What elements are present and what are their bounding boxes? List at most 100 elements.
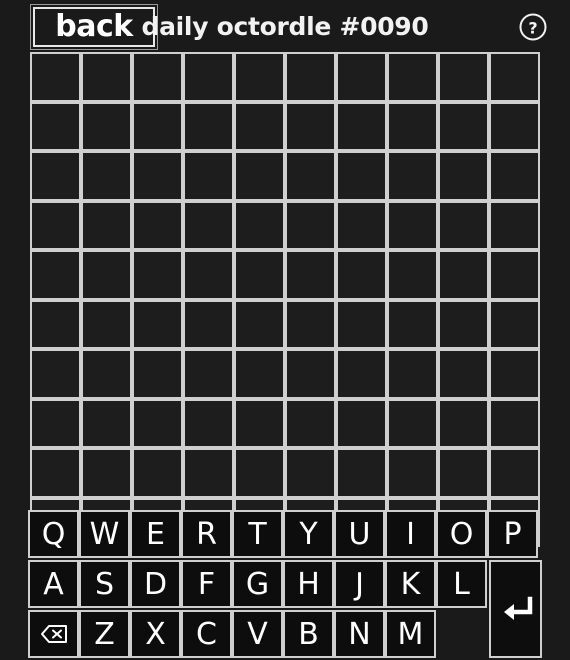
key-backspace[interactable] (28, 610, 79, 658)
key-f[interactable]: F (181, 560, 232, 608)
grid-cell (489, 52, 540, 102)
grid-cell (183, 101, 234, 151)
grid-cell (132, 52, 183, 102)
grid-cell (30, 200, 81, 250)
grid-cell (285, 151, 336, 201)
svg-text:?: ? (528, 19, 537, 38)
grid-cell (438, 151, 489, 201)
grid-cell (132, 200, 183, 250)
key-l[interactable]: L (436, 560, 487, 608)
key-enter[interactable] (489, 560, 542, 658)
key-e[interactable]: E (130, 510, 181, 558)
key-i[interactable]: I (385, 510, 436, 558)
grid-cell (234, 52, 285, 102)
key-w[interactable]: W (79, 510, 130, 558)
grid-cell (489, 101, 540, 151)
grid-cell (30, 299, 81, 349)
key-k[interactable]: K (385, 560, 436, 608)
grid-cell (489, 448, 540, 498)
key-q[interactable]: Q (28, 510, 79, 558)
grid-cell (285, 200, 336, 250)
key-j[interactable]: J (334, 560, 385, 608)
back-button[interactable]: back (30, 4, 158, 50)
grid-cell (489, 151, 540, 201)
key-d[interactable]: D (130, 560, 181, 608)
key-n[interactable]: N (334, 610, 385, 658)
key-h[interactable]: H (283, 560, 334, 608)
grid-cell (285, 448, 336, 498)
grid-cell (183, 398, 234, 448)
grid-cell (336, 299, 387, 349)
grid-cell (387, 200, 438, 250)
grid-cell (81, 398, 132, 448)
key-m[interactable]: M (385, 610, 436, 658)
grid-cell (438, 448, 489, 498)
grid-cell (81, 52, 132, 102)
grid-cell (81, 448, 132, 498)
grid-cell (183, 151, 234, 201)
help-button[interactable]: ? (518, 12, 548, 42)
grid-cell (132, 151, 183, 201)
key-x[interactable]: X (130, 610, 181, 658)
keyboard-row-3: ZXCVBNM (28, 610, 436, 658)
grid-cell (489, 398, 540, 448)
app-header: back daily octordle #0090 ? (0, 0, 570, 52)
grid-cell (132, 448, 183, 498)
question-mark-circle-icon: ? (518, 12, 548, 42)
key-b[interactable]: B (283, 610, 334, 658)
grid-cell (30, 398, 81, 448)
key-p[interactable]: P (487, 510, 538, 558)
grid-cell (81, 101, 132, 151)
grid-cell (285, 349, 336, 399)
grid-cell (234, 349, 285, 399)
grid-cell (336, 250, 387, 300)
grid-cell (285, 398, 336, 448)
key-u[interactable]: U (334, 510, 385, 558)
grid-cell (234, 250, 285, 300)
grid-cell (438, 200, 489, 250)
grid-cell (81, 200, 132, 250)
keyboard-row-1: QWERTYUIOP (28, 510, 538, 558)
grid-cell (438, 52, 489, 102)
key-t[interactable]: T (232, 510, 283, 558)
grid-cell (30, 151, 81, 201)
grid-cell (285, 299, 336, 349)
grid-cell (30, 349, 81, 399)
grid-cell (489, 200, 540, 250)
key-g[interactable]: G (232, 560, 283, 608)
grid-cell (438, 398, 489, 448)
key-v[interactable]: V (232, 610, 283, 658)
grid-cell (387, 101, 438, 151)
grid-cell (132, 250, 183, 300)
key-r[interactable]: R (181, 510, 232, 558)
grid-cell (183, 448, 234, 498)
guess-grid (30, 52, 540, 547)
grid-cell (81, 250, 132, 300)
key-s[interactable]: S (79, 560, 130, 608)
grid-cell (489, 250, 540, 300)
key-o[interactable]: O (436, 510, 487, 558)
key-a[interactable]: A (28, 560, 79, 608)
key-z[interactable]: Z (79, 610, 130, 658)
grid-cell (30, 448, 81, 498)
backspace-icon (40, 625, 67, 643)
grid-cell (387, 151, 438, 201)
key-y[interactable]: Y (283, 510, 334, 558)
grid-cell (336, 448, 387, 498)
grid-cell (132, 299, 183, 349)
grid-cell (438, 250, 489, 300)
grid-cell (132, 349, 183, 399)
grid-cell (387, 52, 438, 102)
grid-cell (336, 200, 387, 250)
grid-cell (234, 200, 285, 250)
grid-cell (387, 299, 438, 349)
on-screen-keyboard: QWERTYUIOP ASDFGHJKL ZXCVBNM (28, 510, 542, 660)
grid-cell (183, 200, 234, 250)
back-button-label: back (55, 9, 133, 44)
key-c[interactable]: C (181, 610, 232, 658)
grid-cell (285, 52, 336, 102)
grid-cell (132, 398, 183, 448)
grid-cell (234, 101, 285, 151)
grid-cell (387, 398, 438, 448)
grid-cell (30, 250, 81, 300)
